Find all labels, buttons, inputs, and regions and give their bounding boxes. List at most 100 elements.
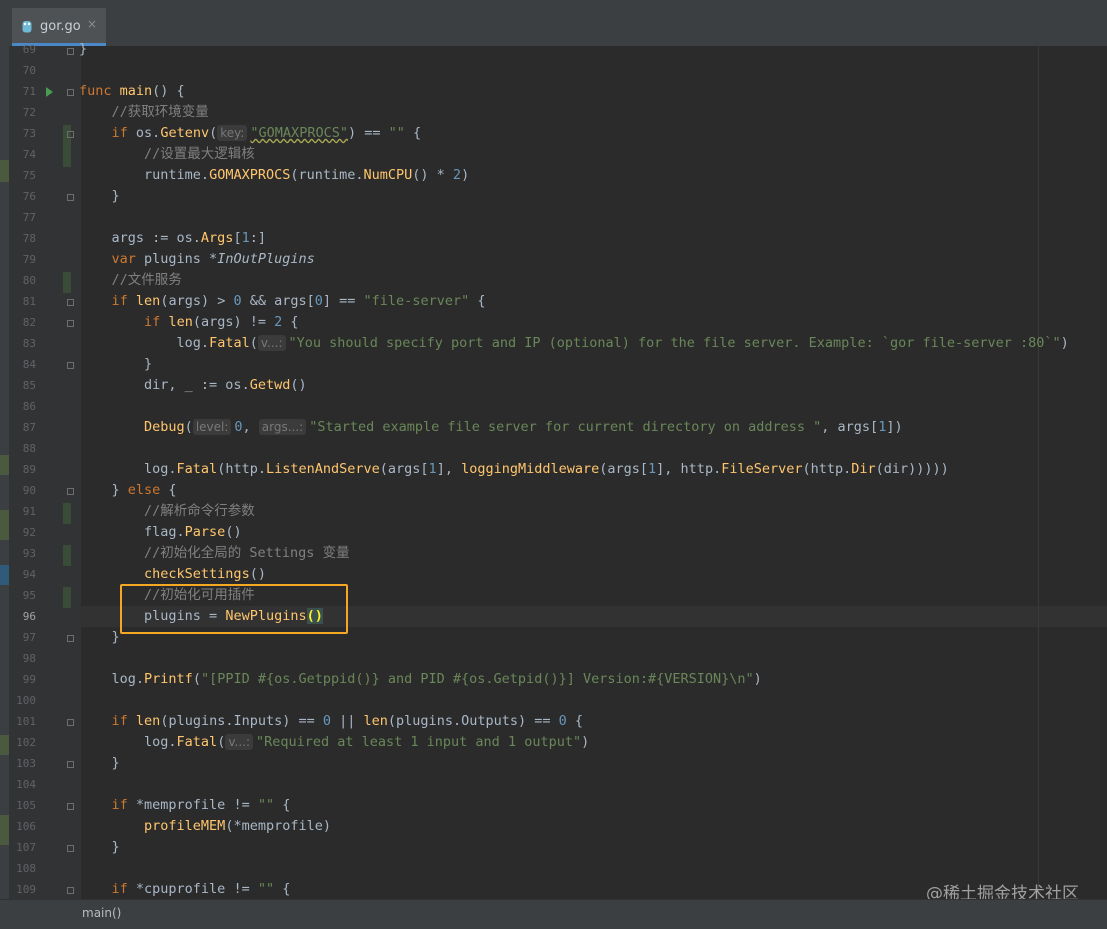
line-number[interactable]: 96 (9, 606, 36, 627)
line-number[interactable]: 108 (9, 858, 36, 879)
line-number[interactable]: 94 (9, 564, 36, 585)
line-number[interactable]: 98 (9, 648, 36, 669)
breadcrumb[interactable]: main() (82, 906, 121, 920)
code-line: profileMEM(*memprofile) (79, 816, 331, 837)
code-line: } (79, 837, 120, 858)
fold-icon[interactable] (67, 299, 74, 306)
code-number: 1 (648, 461, 657, 477)
line-number[interactable]: 106 (9, 816, 36, 837)
fold-icon[interactable] (67, 887, 74, 894)
code-comment: //解析命令行参数 (144, 503, 255, 519)
line-number[interactable]: 103 (9, 753, 36, 774)
code-line: //文件服务 (79, 270, 182, 291)
fold-icon[interactable] (67, 488, 74, 495)
code-token: (*memprofile) (225, 818, 331, 834)
change-marker (63, 272, 71, 293)
line-number[interactable]: 109 (9, 879, 36, 900)
code-token: () (290, 377, 307, 393)
line-number[interactable]: 73 (9, 123, 36, 144)
line-number[interactable]: 90 (9, 480, 36, 501)
code-line: if len(plugins.Inputs) == 0 || len(plugi… (79, 711, 584, 732)
code-token: { (274, 797, 291, 813)
line-number[interactable]: 105 (9, 795, 36, 816)
line-number[interactable]: 87 (9, 417, 36, 438)
code-token: [ (233, 230, 242, 246)
code-token: *memprofile != (127, 797, 258, 813)
line-number[interactable]: 104 (9, 774, 36, 795)
fold-icon[interactable] (67, 803, 74, 810)
code-number: 2 (452, 167, 462, 183)
line-number[interactable]: 88 (9, 438, 36, 459)
fold-icon[interactable] (67, 362, 74, 369)
line-number[interactable]: 79 (9, 249, 36, 270)
line-number[interactable]: 70 (9, 60, 36, 81)
code-token: } (144, 356, 153, 372)
code-line: checkSettings() (79, 564, 266, 585)
code-token: checkSettings (144, 566, 250, 582)
line-number[interactable]: 101 (9, 711, 36, 732)
line-number[interactable]: 99 (9, 669, 36, 690)
fold-icon[interactable] (67, 194, 74, 201)
fold-icon[interactable] (67, 845, 74, 852)
strip-marker (0, 815, 9, 845)
code-token: :] (249, 230, 266, 246)
line-number[interactable]: 75 (9, 165, 36, 186)
line-number[interactable]: 81 (9, 291, 36, 312)
line-number[interactable]: 71 (9, 81, 36, 102)
code-string: "GOMAXPROCS" (250, 125, 348, 141)
highlight-box (120, 584, 348, 634)
line-number[interactable]: 72 (9, 102, 36, 123)
line-number[interactable]: 102 (9, 732, 36, 753)
fold-icon[interactable] (67, 131, 74, 138)
code-number: 0 (314, 293, 323, 309)
line-number[interactable]: 86 (9, 396, 36, 417)
fold-icon[interactable] (67, 89, 74, 96)
code-line: args := os.Args[1:] (79, 228, 266, 249)
line-number[interactable]: 69 (9, 39, 36, 60)
close-icon[interactable]: × (87, 17, 97, 31)
code-string: "[PPID #{os.Getppid()} and PID #{os.Getp… (200, 671, 754, 687)
fold-icon[interactable] (67, 48, 74, 55)
line-number[interactable]: 97 (9, 627, 36, 648)
line-number[interactable]: 76 (9, 186, 36, 207)
change-marker (63, 146, 71, 167)
code-token: main (119, 83, 153, 99)
line-number[interactable]: 77 (9, 207, 36, 228)
right-margin-guide (1038, 46, 1039, 899)
code-token: var (111, 251, 136, 267)
line-number[interactable]: 84 (9, 354, 36, 375)
code-token: (args[ (379, 461, 429, 477)
line-number[interactable]: 74 (9, 144, 36, 165)
line-number[interactable]: 83 (9, 333, 36, 354)
code-token: log. (144, 734, 177, 750)
code-token: ], http. (656, 461, 722, 477)
code-line: dir, _ := os.Getwd() (79, 375, 307, 396)
line-number[interactable]: 82 (9, 312, 36, 333)
line-number[interactable]: 95 (9, 585, 36, 606)
code-line: } (79, 186, 120, 207)
fold-icon[interactable] (67, 320, 74, 327)
line-number[interactable]: 92 (9, 522, 36, 543)
line-number[interactable]: 80 (9, 270, 36, 291)
line-number[interactable]: 107 (9, 837, 36, 858)
run-icon[interactable] (46, 87, 53, 97)
code-token: ( (249, 335, 258, 351)
line-number[interactable]: 89 (9, 459, 36, 480)
line-number[interactable]: 78 (9, 228, 36, 249)
editor-tab-bar: gor.go × (9, 0, 1107, 47)
line-number[interactable]: 85 (9, 375, 36, 396)
code-token: GOMAXPROCS (209, 167, 291, 183)
strip-marker (0, 565, 9, 585)
fold-icon[interactable] (67, 761, 74, 768)
code-line: log.Fatal(v...: "Required at least 1 inpu… (79, 732, 589, 753)
fold-icon[interactable] (67, 719, 74, 726)
code-line: //解析命令行参数 (79, 501, 255, 522)
code-type: InOutPlugins (217, 251, 315, 267)
line-number[interactable]: 100 (9, 690, 36, 711)
code-token: log. (144, 461, 177, 477)
line-number[interactable]: 91 (9, 501, 36, 522)
fold-icon[interactable] (67, 635, 74, 642)
line-number[interactable]: 93 (9, 543, 36, 564)
code-token: (http. (217, 461, 266, 477)
